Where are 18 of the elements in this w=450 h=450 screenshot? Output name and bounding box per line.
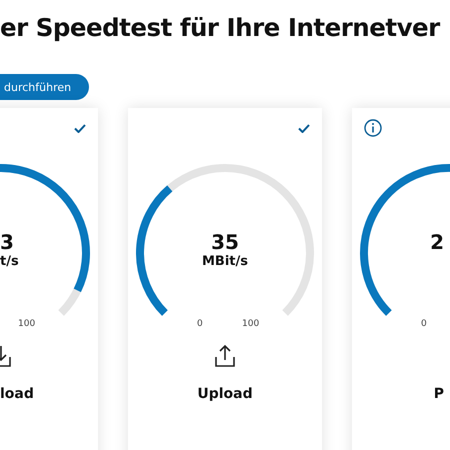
speed-value: 2 (430, 230, 444, 254)
info-icon[interactable] (364, 119, 382, 137)
check-icon (74, 124, 86, 132)
scale-max: 100 (242, 319, 260, 329)
upload-icon (214, 344, 236, 368)
speed-unit: t/s (0, 254, 19, 270)
speed-value: 3 (0, 230, 14, 254)
start-test-button[interactable]: durchführen (0, 74, 90, 100)
card-label: load (0, 386, 34, 402)
page-title: er Speedtest für Ihre Internetver (0, 12, 440, 44)
speed-unit: MBit/s (202, 254, 248, 270)
card-label: Upload (197, 386, 253, 402)
scale-min: 0 (197, 319, 203, 329)
check-icon (298, 124, 310, 132)
speed-value: 35 (211, 230, 239, 254)
card-label: P (434, 386, 444, 402)
scale-max: 100 (18, 319, 36, 329)
scale-min: 0 (421, 319, 427, 329)
